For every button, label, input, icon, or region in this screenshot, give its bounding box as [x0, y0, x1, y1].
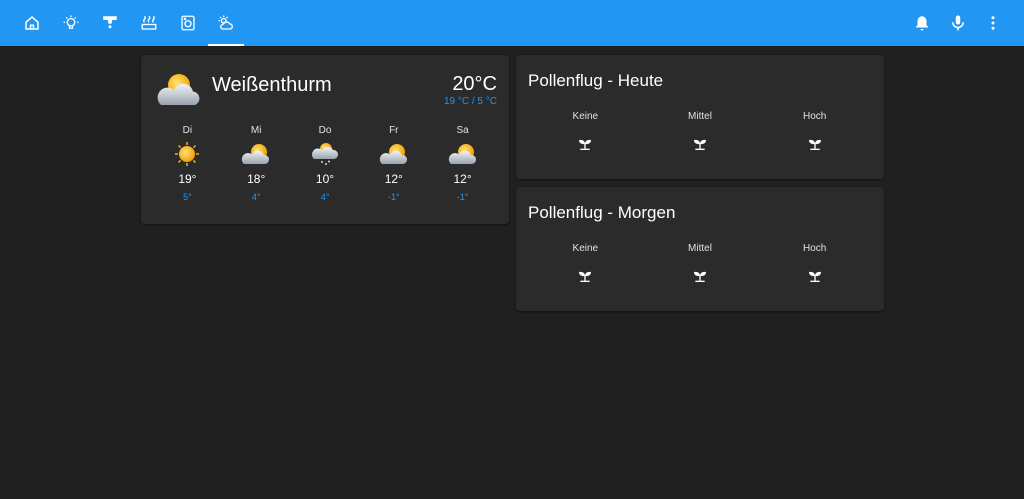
forecast-high: 10° — [315, 172, 335, 186]
top-app-bar — [0, 0, 1024, 46]
weather-partly-cloudy-icon — [218, 15, 233, 30]
notifications-button[interactable] — [904, 0, 940, 46]
pollen-today-card: Pollenflug - Heute Keine Mittel Hoch — [516, 55, 884, 179]
menu-button[interactable] — [975, 0, 1011, 46]
sprout-icon — [694, 271, 706, 282]
sunny-icon — [175, 142, 200, 166]
sprout-icon — [808, 271, 821, 282]
forecast-day-name: Di — [182, 125, 193, 136]
voice-button[interactable] — [940, 0, 976, 46]
forecast-day-name: Fr — [389, 125, 399, 136]
forecast-low: -1° — [456, 192, 469, 202]
weather-forecast-card[interactable]: Weißenthurm 20°C 19 °C / 5 °C Di 19° 5° … — [141, 55, 509, 224]
tab-heating[interactable] — [131, 0, 167, 46]
forecast-high: 19° — [178, 172, 197, 186]
weather-location: Weißenthurm — [212, 74, 332, 96]
forecast-low: 4° — [251, 192, 261, 202]
lightbulb-icon — [63, 15, 79, 29]
current-temperature: 20°C — [452, 73, 497, 95]
pollen-level-hoch[interactable]: Hoch — [757, 243, 872, 284]
forecast-low: 5° — [183, 192, 192, 202]
forecast-day: Sa 12° -1° — [428, 125, 497, 215]
radiator-icon — [141, 15, 157, 30]
tab-home[interactable] — [14, 0, 50, 46]
tab-appliances[interactable] — [170, 0, 206, 46]
forecast-high: 12° — [384, 172, 403, 186]
forecast-day-name: Do — [318, 125, 332, 136]
card-title: Pollenflug - Heute — [528, 71, 664, 90]
pollen-tomorrow-card: Pollenflug - Morgen Keine Mittel Hoch — [516, 187, 884, 311]
home-icon — [25, 16, 39, 30]
pollen-level-label: Mittel — [688, 243, 712, 254]
pollen-level-label: Hoch — [803, 111, 827, 122]
partly-cloudy-icon — [448, 144, 476, 164]
partly-cloudy-icon — [379, 144, 407, 164]
sprout-icon — [808, 139, 821, 150]
ceiling-light-icon — [103, 16, 117, 29]
bell-icon — [916, 16, 928, 31]
sprout-icon — [694, 139, 706, 150]
pollen-levels: Keine Mittel Hoch — [528, 243, 872, 284]
forecast-row: Di 19° 5° Mi 18° 4° Do 10° 4° Fr 12° -1°… — [153, 125, 497, 215]
pollen-level-label: Keine — [572, 243, 599, 254]
sprout-icon — [579, 271, 592, 282]
pollen-level-keine[interactable]: Keine — [528, 111, 643, 152]
pollen-level-label: Keine — [572, 111, 599, 122]
forecast-day: Mi 18° 4° — [222, 125, 291, 215]
forecast-day: Di 19° 5° — [153, 125, 222, 215]
partly-cloudy-icon — [241, 144, 270, 164]
pollen-level-keine[interactable]: Keine — [528, 243, 643, 284]
sprout-icon — [579, 139, 592, 150]
more-vertical-icon — [991, 16, 995, 30]
partly-cloudy-icon — [157, 74, 200, 105]
tab-lights[interactable] — [53, 0, 89, 46]
forecast-high: 18° — [247, 172, 266, 186]
forecast-day-name: Mi — [250, 125, 262, 136]
forecast-day: Fr 12° -1° — [359, 125, 428, 215]
tab-ceiling[interactable] — [92, 0, 128, 46]
microphone-icon — [952, 15, 964, 31]
pollen-level-mittel[interactable]: Mittel — [643, 111, 758, 152]
forecast-high: 12° — [453, 172, 472, 186]
pollen-level-label: Hoch — [803, 243, 827, 254]
forecast-low: 4° — [320, 192, 330, 202]
snow-cloud-icon — [311, 143, 339, 165]
washing-machine-icon — [181, 15, 195, 31]
forecast-day-name: Sa — [456, 125, 469, 136]
pollen-level-mittel[interactable]: Mittel — [643, 243, 758, 284]
forecast-low: -1° — [387, 192, 400, 202]
forecast-day: Do 10° 4° — [291, 125, 360, 215]
tab-weather[interactable] — [208, 0, 244, 46]
card-title: Pollenflug - Morgen — [528, 203, 676, 222]
pollen-level-hoch[interactable]: Hoch — [757, 111, 872, 152]
pollen-level-label: Mittel — [688, 111, 712, 122]
pollen-levels: Keine Mittel Hoch — [528, 111, 872, 152]
temperature-high-low: 19 °C / 5 °C — [443, 96, 497, 107]
